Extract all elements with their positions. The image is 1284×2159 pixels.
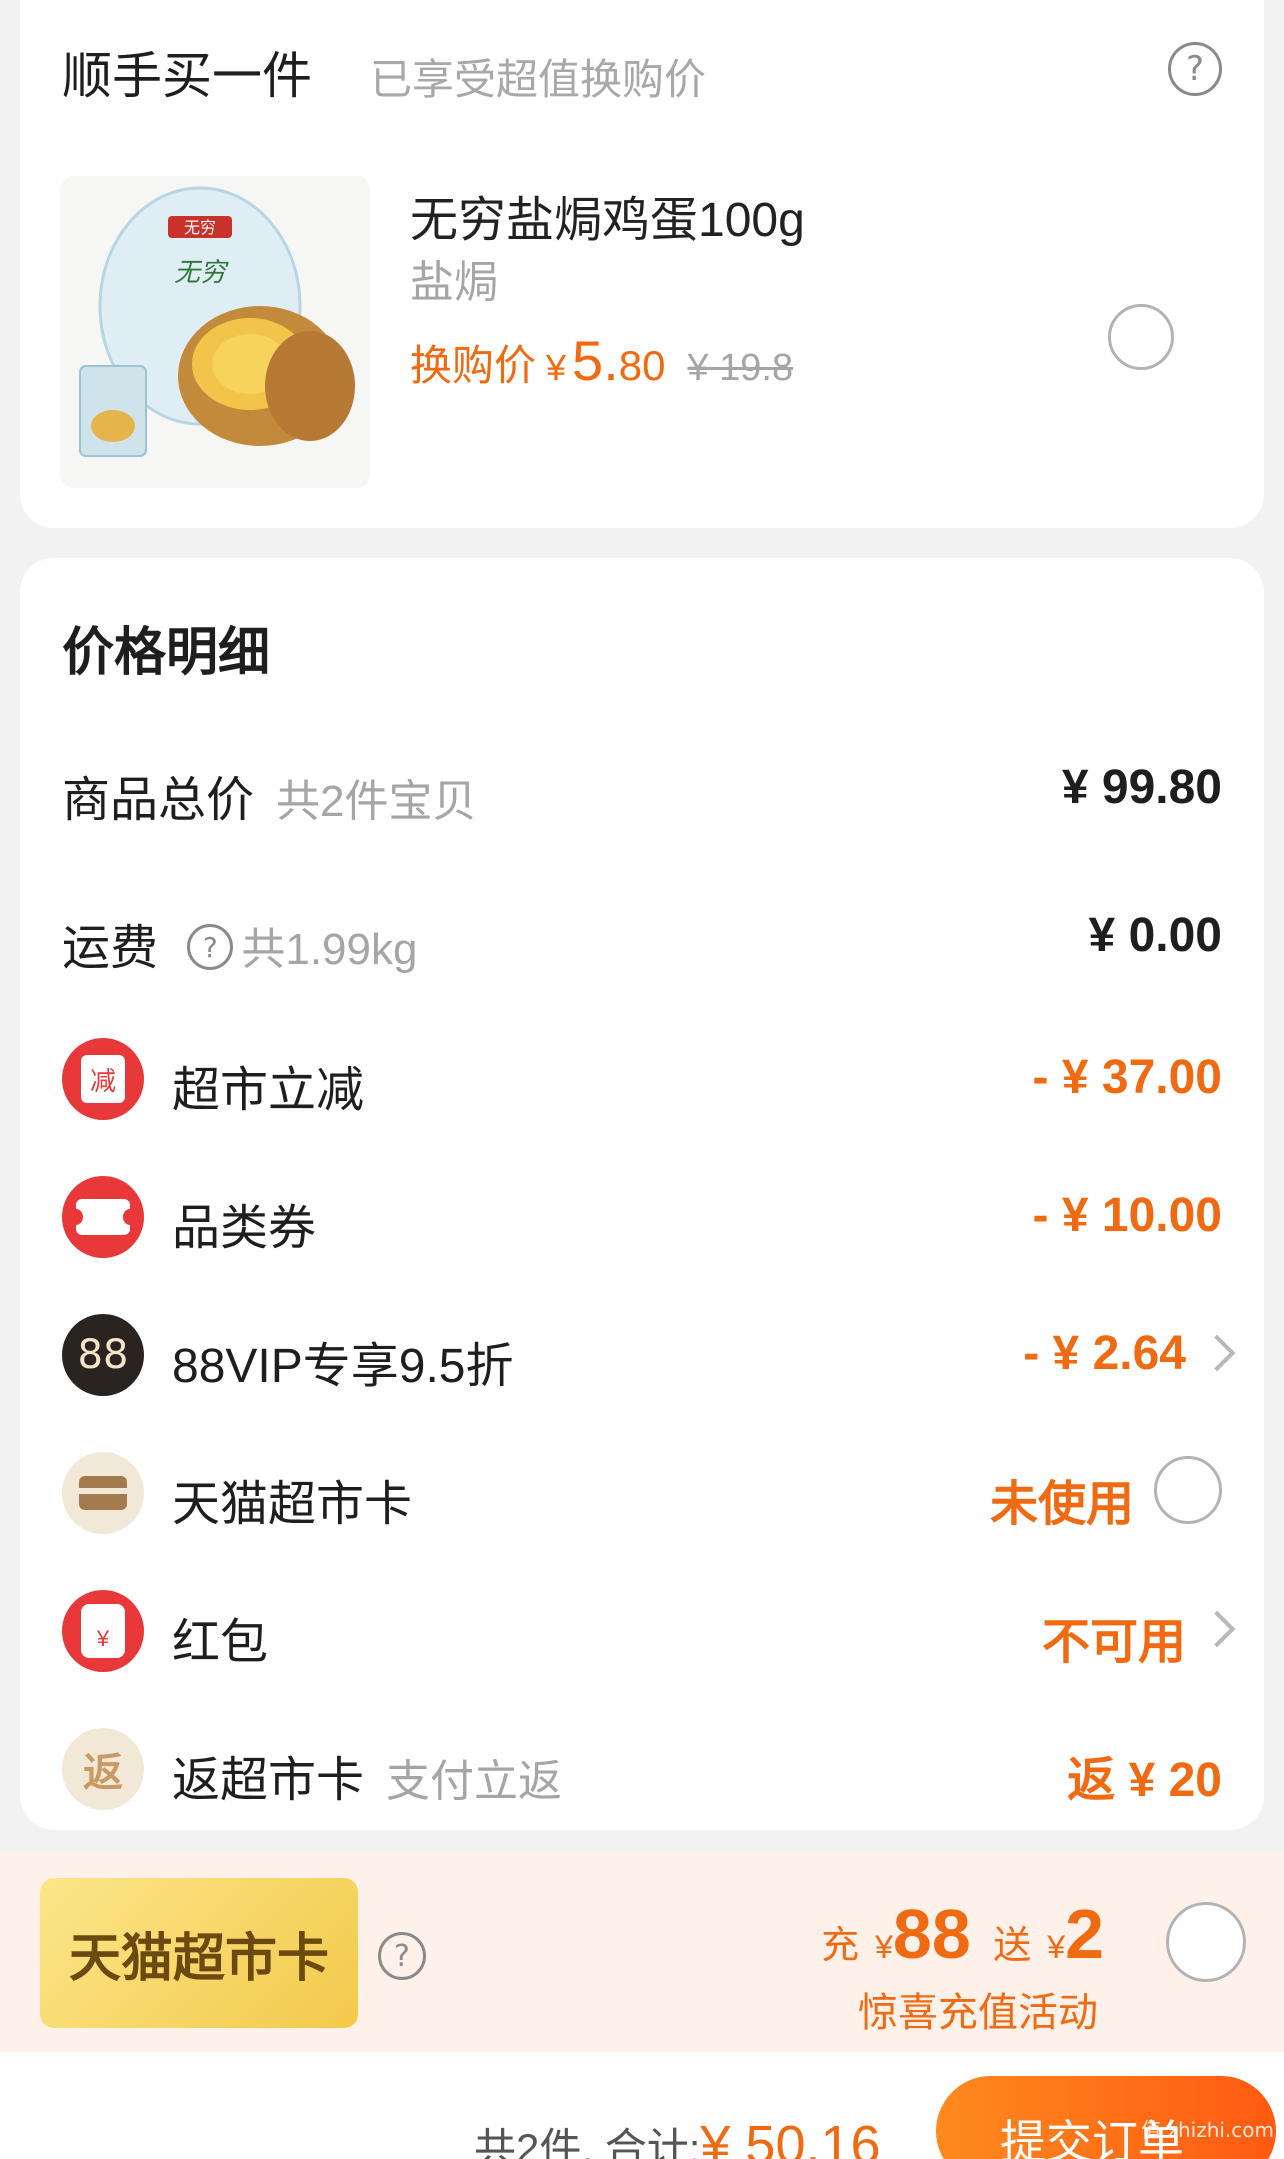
- charge-amount: 88: [892, 1895, 971, 1973]
- shipping-help-icon[interactable]: ?: [187, 924, 234, 971]
- add-on-purchase-card: 顺手买一件 已享受超值换购价 ? 无穷 无穷 无穷盐焗鸡蛋100g 盐焗 换购价…: [20, 0, 1264, 528]
- shipping-label: 运费: [62, 922, 159, 975]
- red-packet-row[interactable]: ¥ 红包 不可用: [20, 1580, 1264, 1680]
- order-summary: 共2件, 合计:¥ 50.16: [474, 2114, 881, 2159]
- supermarket-card-label: 天猫超市卡: [172, 1478, 413, 1531]
- vip-value: - ¥ 2.64: [1023, 1327, 1186, 1380]
- discount-row-88vip[interactable]: 88 88VIP专享9.5折 - ¥ 2.64: [20, 1304, 1264, 1404]
- gift-amount: 2: [1065, 1895, 1104, 1973]
- add-on-title: 顺手买一件: [62, 48, 312, 104]
- recharge-select-radio[interactable]: [1166, 1902, 1246, 1982]
- add-on-select-radio[interactable]: [1108, 304, 1174, 370]
- price-detail-card: 价格明细 商品总价 共2件宝贝 ¥ 99.80 运费 ? 共1.99kg ¥ 0.0…: [20, 558, 1264, 1830]
- price-detail-title: 价格明细: [62, 624, 271, 682]
- recharge-offer: 充 ¥88 送 ¥2: [821, 1895, 1104, 1973]
- discount-row-category-coupon: 品类券 - ¥ 10.00: [20, 1166, 1264, 1266]
- rebate-row: 返 返超市卡 支付立返 返 ¥ 20: [20, 1718, 1264, 1818]
- goods-total-label: 商品总价: [62, 774, 255, 827]
- coupon-value: - ¥ 10.00: [1032, 1189, 1222, 1242]
- rebate-value: 返 ¥ 20: [1067, 1754, 1222, 1807]
- help-icon[interactable]: ?: [1168, 42, 1222, 96]
- price-decimal: 80: [618, 342, 666, 389]
- vip-label: 88VIP专享9.5折: [172, 1340, 514, 1393]
- add-on-subtitle: 已享受超值换购价: [370, 56, 707, 103]
- goods-total-value: ¥ 99.80: [1061, 761, 1222, 814]
- chevron-right-icon[interactable]: [1198, 1610, 1236, 1648]
- recharge-promo-bar: 天猫超市卡 ? 充 ¥88 送 ¥2 惊喜充值活动: [0, 1852, 1284, 2052]
- order-total: ¥ 50.16: [700, 2115, 881, 2159]
- exchange-price-label: 换购价: [410, 342, 537, 389]
- gift-label: 送: [993, 1925, 1032, 1967]
- promo-caption: 惊喜充值活动: [858, 1991, 1098, 2035]
- discount-row-supermarket: 减 超市立减 - ¥ 37.00: [20, 1028, 1264, 1128]
- product-name[interactable]: 无穷盐焗鸡蛋100g: [410, 180, 805, 250]
- checkout-footer: 共2件, 合计:¥ 50.16 提交订单 值 zhizhi.com: [0, 2052, 1284, 2159]
- vip88-icon: 88: [62, 1314, 144, 1396]
- rebate-label: 返超市卡: [172, 1754, 365, 1807]
- supermarket-card-status: 未使用: [989, 1478, 1134, 1531]
- shipping-weight: 共1.99kg: [241, 925, 418, 974]
- product-spec: 盐焗: [410, 258, 498, 307]
- price-integer: 5.: [572, 329, 619, 392]
- charge-label: 充: [821, 1925, 860, 1967]
- svg-text:无穷: 无穷: [174, 258, 229, 288]
- watermark: 值 zhizhi.com: [1141, 2118, 1274, 2142]
- coupon-icon: [62, 1176, 144, 1258]
- brand-logo-text: 无穷: [184, 218, 216, 237]
- egg-package-illustration: 无穷 无穷: [79, 186, 355, 457]
- rebate-sub: 支付立返: [386, 1757, 563, 1806]
- goods-count: 共2件宝贝: [276, 777, 477, 826]
- supermarket-card-radio[interactable]: [1154, 1456, 1222, 1524]
- original-price: ¥ 19.8: [687, 347, 794, 389]
- red-packet-status: 不可用: [1041, 1616, 1186, 1669]
- total-label: 合计:: [604, 2125, 701, 2159]
- product-image[interactable]: 无穷 无穷: [60, 176, 370, 488]
- goods-total-row: 商品总价 共2件宝贝 ¥ 99.80: [20, 738, 1264, 838]
- discount-value: - ¥ 37.00: [1032, 1051, 1222, 1104]
- reduce-icon: 减: [62, 1038, 144, 1120]
- item-count: 共2件,: [474, 2125, 594, 2159]
- promo-help-icon[interactable]: ?: [378, 1932, 426, 1980]
- price-currency: ¥: [546, 347, 567, 388]
- supermarket-card-row[interactable]: 天猫超市卡 未使用: [20, 1442, 1264, 1542]
- red-packet-icon: ¥: [62, 1590, 144, 1672]
- supermarket-card-badge: 天猫超市卡: [40, 1878, 358, 2028]
- chevron-right-icon[interactable]: [1198, 1334, 1236, 1372]
- shipping-value: ¥ 0.00: [1088, 909, 1222, 962]
- red-packet-label: 红包: [172, 1616, 269, 1669]
- card-icon: [62, 1452, 144, 1534]
- discount-label: 超市立减: [172, 1064, 365, 1117]
- product-price-row: 换购价 ¥5.80 ¥ 19.8: [410, 328, 793, 393]
- rebate-icon: 返: [62, 1728, 144, 1810]
- shipping-row: 运费 ? 共1.99kg ¥ 0.00: [20, 886, 1264, 986]
- coupon-label: 品类券: [172, 1202, 317, 1255]
